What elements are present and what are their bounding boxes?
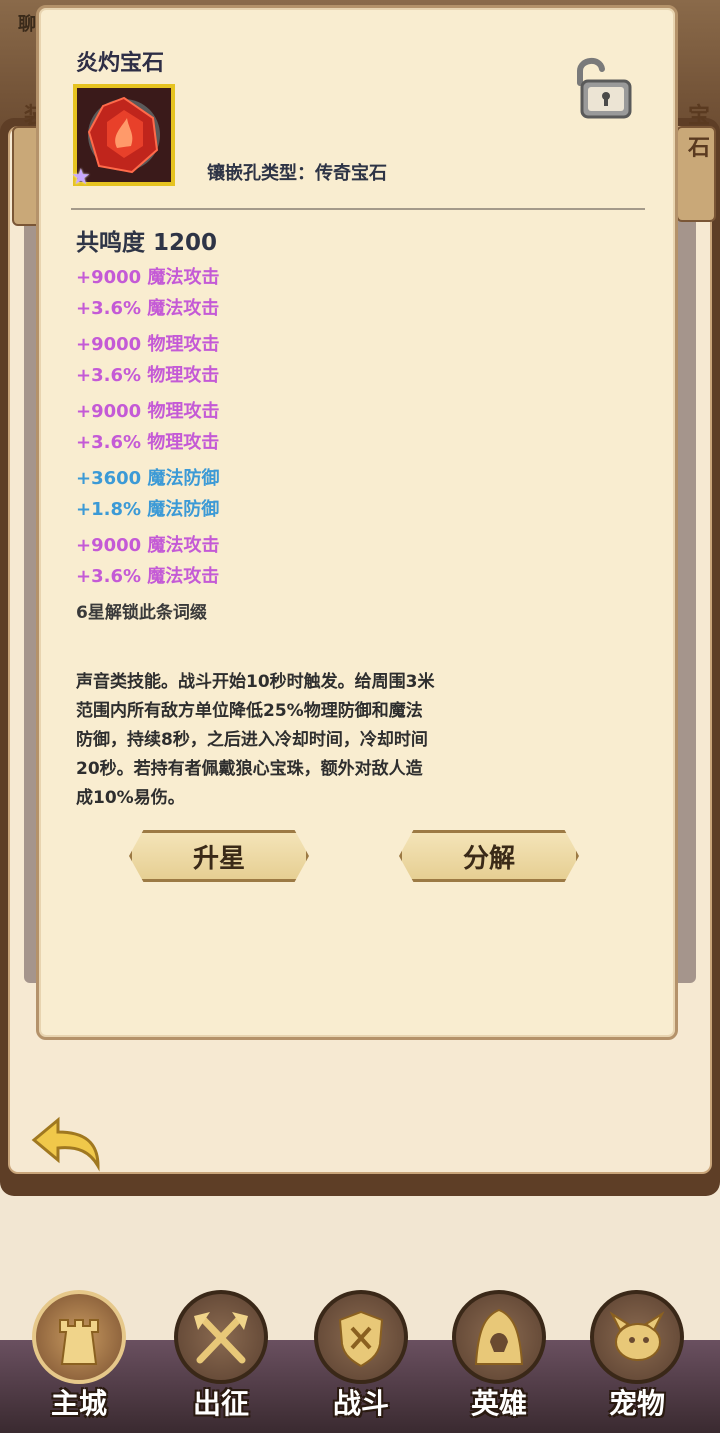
- nav-item-heroes[interactable]: 英雄: [444, 1290, 554, 1433]
- attribute-line: +9000 魔法攻击: [76, 267, 220, 288]
- attribute-list: +9000 魔法攻击 +3.6% 魔法攻击 +9000 物理攻击 +3.6% 物…: [76, 262, 219, 597]
- nav-item-expedition[interactable]: 出征: [166, 1290, 276, 1433]
- chat-tab-label[interactable]: 聊: [18, 10, 36, 36]
- attribute-line: +9000 魔法攻击: [76, 535, 220, 556]
- attribute-line: +3.6% 物理攻击: [76, 365, 220, 386]
- nav-label: 英雄: [470, 1387, 527, 1420]
- attribute-line: +3.6% 魔法攻击: [76, 298, 220, 319]
- attribute-group: +9000 魔法攻击 +3.6% 魔法攻击: [76, 262, 219, 324]
- attribute-line: +9000 物理攻击: [76, 334, 220, 355]
- star-rank-icon: ★: [71, 165, 91, 190]
- nav-item-battle[interactable]: 战斗: [306, 1290, 416, 1433]
- gem-title: 炎灼宝石: [76, 51, 165, 76]
- attribute-group: +9000 物理攻击 +3.6% 物理攻击: [76, 396, 219, 458]
- dragon-pet-icon: [609, 1311, 665, 1361]
- attribute-group: +3600 魔法防御 +1.8% 魔法防御: [76, 463, 219, 525]
- attribute-line: +9000 物理攻击: [76, 401, 220, 422]
- gem-portrait: ★: [71, 84, 175, 190]
- star-up-button[interactable]: 升星: [129, 830, 309, 882]
- description-line: 20秒。若持有者佩戴狼心宝珠，额外对敌人造: [76, 759, 423, 779]
- attribute-group: +9000 物理攻击 +3.6% 物理攻击: [76, 329, 219, 391]
- divider: [71, 208, 645, 210]
- attribute-line: +3.6% 魔法攻击: [76, 566, 220, 587]
- description-line: 防御，持续8秒，之后进入冷却时间，冷却时间: [76, 730, 428, 750]
- nav-item-main-city[interactable]: 主城: [24, 1290, 134, 1433]
- disassemble-button[interactable]: 分解: [399, 830, 579, 882]
- fire-gem-icon: [87, 96, 160, 174]
- hooded-hero-icon: [474, 1308, 524, 1365]
- nav-label: 宠物: [608, 1387, 665, 1420]
- nav-item-pets[interactable]: 宠物: [582, 1290, 692, 1433]
- description-line: 声音类技能。战斗开始10秒时触发。给周围3米: [76, 672, 435, 692]
- attribute-line: +3600 魔法防御: [76, 468, 220, 489]
- nav-label: 战斗: [332, 1387, 389, 1420]
- back-arrow-icon[interactable]: [28, 1112, 108, 1172]
- attribute-group: +9000 魔法攻击 +3.6% 魔法攻击: [76, 530, 219, 592]
- resonance-value: 共鸣度 1200: [76, 230, 218, 256]
- skill-description: 声音类技能。战斗开始10秒时触发。给周围3米 范围内所有敌方单位降低25%物理防…: [76, 668, 516, 813]
- socket-type-text: 镶嵌孔类型：传奇宝石: [207, 163, 387, 184]
- unlock-note: 6星解锁此条词缀: [76, 603, 207, 623]
- gem-tab[interactable]: 宝石: [676, 104, 716, 222]
- description-line: 成10%易伤。: [76, 788, 185, 808]
- unlocked-padlock-icon[interactable]: [568, 53, 636, 121]
- castle-icon: [59, 1319, 99, 1365]
- description-line: 范围内所有敌方单位降低25%物理防御和魔法: [76, 701, 423, 721]
- attribute-line: +3.6% 物理攻击: [76, 432, 220, 453]
- nav-label: 主城: [50, 1387, 107, 1420]
- gem-detail-popup: 炎灼宝石 ★ 镶嵌孔类型：传奇宝石 共鸣度 1200 +9000 魔法攻击 +3…: [36, 5, 678, 1040]
- shield-swords-icon: [338, 1310, 384, 1368]
- crossed-axes-icon: [194, 1312, 248, 1364]
- gem-tab-label: 宝石: [687, 104, 710, 161]
- nav-label: 出征: [192, 1387, 249, 1420]
- attribute-line: +1.8% 魔法防御: [76, 499, 220, 520]
